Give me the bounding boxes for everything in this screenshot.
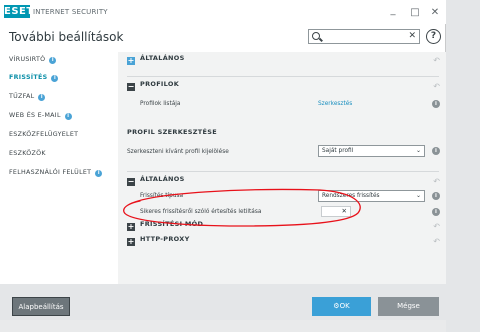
sidebar-item-update[interactable]: FRISSÍTÉS i <box>9 71 59 85</box>
settings-panel: + ÁLTALÁNOS ↶ − PROFILOK ↶ Profilok list… <box>118 52 446 284</box>
profile-list-label: Profilok listája <box>140 101 181 107</box>
info-icon[interactable]: i <box>432 208 440 216</box>
sidebar-item-label: ESZKÖZFELÜGYELET <box>9 131 79 138</box>
title-bar: ESET INTERNET SECURITY _ □ ✕ <box>0 0 446 24</box>
expand-icon[interactable]: + <box>127 57 135 65</box>
info-icon[interactable]: i <box>432 147 440 155</box>
profile-select[interactable]: Saját profil ⌄ <box>318 145 425 157</box>
ok-button[interactable]: ⚙OK <box>312 297 371 316</box>
maximize-button[interactable]: □ <box>408 7 422 19</box>
profile-edit-link[interactable]: Szerkesztés <box>318 101 352 107</box>
chevron-down-icon: ⌄ <box>415 192 421 199</box>
section-general[interactable]: − ÁLTALÁNOS ↶ <box>118 175 446 189</box>
sidebar-item-tools[interactable]: ESZKÖZÖK <box>9 147 46 161</box>
undo-icon[interactable]: ↶ <box>433 57 440 65</box>
chevron-down-icon: ⌄ <box>415 147 421 154</box>
info-icon: i <box>64 113 72 120</box>
section-title: PROFILOK <box>140 80 180 88</box>
update-type-label: Frissítés típusa <box>140 193 184 199</box>
section-title: ÁLTALÁNOS <box>140 175 185 183</box>
minimize-button[interactable]: _ <box>386 5 400 17</box>
eset-logo: ESET <box>4 5 34 18</box>
sidebar-item-web-email[interactable]: WEB ÉS E-MAIL i <box>9 109 72 123</box>
update-type-value: Rendszeres frissítés <box>322 193 380 199</box>
page-title: További beállítások <box>9 30 124 44</box>
divider <box>127 76 439 77</box>
sidebar-item-label: WEB ÉS E-MAIL <box>9 112 61 119</box>
sidebar-item-user-interface[interactable]: FELHASZNÁLÓI FELÜLET i <box>9 166 103 180</box>
app-title: INTERNET SECURITY <box>33 8 108 16</box>
notify-disable-toggle[interactable]: ✕ <box>321 206 351 217</box>
close-button[interactable]: ✕ <box>428 7 442 19</box>
info-icon[interactable]: i <box>432 100 440 108</box>
sidebar-item-firewall[interactable]: TŰZFAL i <box>9 90 46 104</box>
collapse-icon[interactable]: − <box>127 178 135 186</box>
profile-select-value: Saját profil <box>322 148 354 154</box>
profile-edit-heading: PROFIL SZERKESZTÉSE <box>127 128 217 136</box>
search-icon <box>312 32 320 40</box>
undo-icon[interactable]: ↶ <box>433 178 440 186</box>
section-profiles[interactable]: − PROFILOK ↶ <box>118 80 446 94</box>
info-icon[interactable]: i <box>432 192 440 200</box>
undo-icon[interactable]: ↶ <box>433 83 440 91</box>
expand-icon[interactable]: + <box>127 238 135 246</box>
sidebar-item-label: VÍRUSIRTÓ <box>9 56 46 63</box>
section-title: HTTP-PROXY <box>140 235 190 243</box>
background-strip <box>0 320 446 332</box>
default-settings-button[interactable]: Alapbeállítás <box>12 297 70 316</box>
cancel-button[interactable]: Mégse <box>378 297 439 316</box>
collapse-icon[interactable]: − <box>127 83 135 91</box>
expand-icon[interactable]: + <box>127 223 135 231</box>
section-general-collapsed[interactable]: + ÁLTALÁNOS ↶ <box>118 54 446 68</box>
sidebar-item-label: FRISSÍTÉS <box>9 74 48 81</box>
profile-select-label: Szerkeszteni kívánt profil kijelölése <box>127 149 229 155</box>
sidebar-item-label: FELHASZNÁLÓI FELÜLET <box>9 169 92 176</box>
settings-window: ESET INTERNET SECURITY _ □ ✕ További beá… <box>0 0 446 320</box>
divider <box>127 171 439 172</box>
sidebar-item-label: ESZKÖZÖK <box>9 150 46 157</box>
undo-icon[interactable]: ↶ <box>433 238 440 246</box>
background-strip <box>446 0 480 332</box>
section-http-proxy[interactable]: + HTTP-PROXY ↶ <box>118 235 446 249</box>
sidebar-item-label: TŰZFAL <box>9 93 35 100</box>
info-icon: i <box>49 57 57 64</box>
info-icon: i <box>51 75 59 82</box>
sidebar-item-device-control[interactable]: ESZKÖZFELÜGYELET <box>9 128 78 142</box>
undo-icon[interactable]: ↶ <box>433 223 440 231</box>
clear-search-icon[interactable]: ✕ <box>408 30 416 43</box>
search-input[interactable]: ✕ <box>308 29 420 44</box>
sidebar: VÍRUSIRTÓ i FRISSÍTÉS i TŰZFAL i WEB ÉS E-M… <box>0 52 117 284</box>
ok-label: OK <box>339 302 350 310</box>
info-icon: i <box>95 170 103 177</box>
info-icon: i <box>38 94 46 101</box>
section-title: ÁLTALÁNOS <box>140 54 185 62</box>
help-button[interactable]: ? <box>426 29 441 44</box>
update-type-select[interactable]: Rendszeres frissítés ⌄ <box>318 190 425 202</box>
section-title: FRISSÍTÉSI MÓD <box>140 220 204 228</box>
section-update-mode[interactable]: + FRISSÍTÉSI MÓD ↶ <box>118 220 446 234</box>
sidebar-item-antivirus[interactable]: VÍRUSIRTÓ i <box>9 53 57 67</box>
notify-disable-label: Sikeres frissítésről szóló értesítés let… <box>140 209 262 215</box>
